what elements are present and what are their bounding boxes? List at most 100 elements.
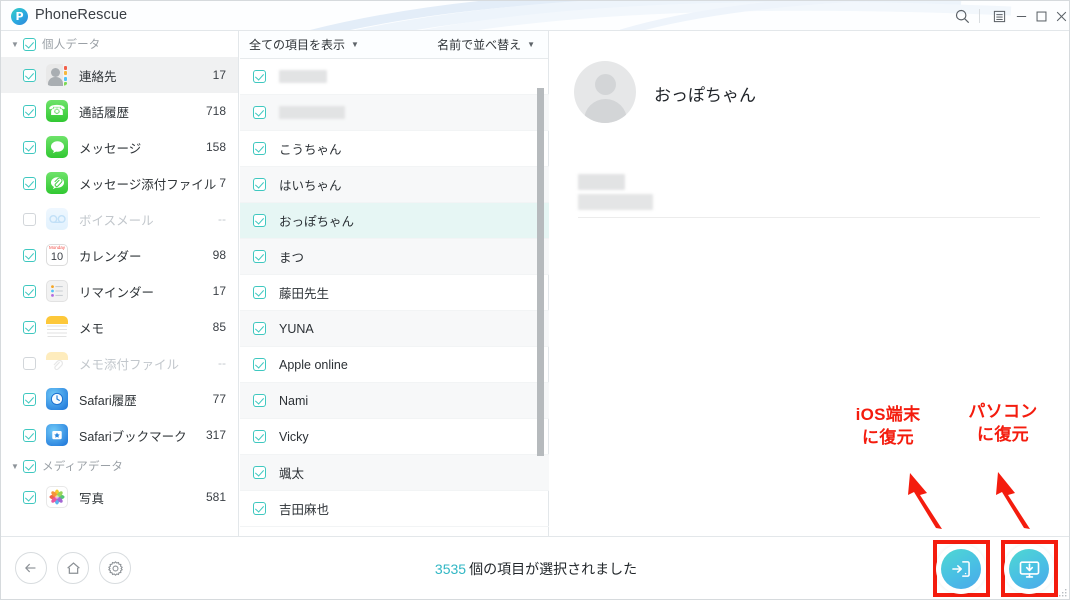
contact-checkbox[interactable] — [253, 502, 266, 515]
item-checkbox[interactable] — [23, 392, 36, 406]
contact-list-panel: 全ての項目を表示 ▼ 名前で並べ替え ▼ こうちゃんはいちゃんおっぽちゃん まつ藤… — [240, 31, 549, 536]
status-text: 個の項目が選択されました — [469, 561, 638, 577]
bottom-bar: 3535 個の項目が選択されました — [1, 536, 1069, 599]
group-checkbox[interactable] — [23, 37, 36, 51]
restore-to-ios-device-button[interactable] — [941, 549, 981, 589]
item-checkbox[interactable] — [23, 212, 36, 226]
item-checkbox[interactable] — [23, 356, 36, 370]
settings-button[interactable] — [99, 552, 131, 584]
contact-row[interactable]: 藤田先生 — [240, 275, 549, 311]
restore-to-computer-button[interactable] — [1009, 549, 1049, 589]
contact-row[interactable]: Apple online — [240, 347, 549, 383]
contact-row[interactable]: こうちゃん — [240, 131, 549, 167]
contact-detail-panel: おっぽちゃん — [550, 31, 1069, 536]
item-checkbox[interactable] — [23, 428, 36, 442]
item-checkbox[interactable] — [23, 248, 36, 262]
contact-row[interactable]: Nami — [240, 383, 549, 419]
sidebar-item-count: 718 — [205, 104, 226, 118]
sidebar-item-count: 85 — [212, 320, 226, 334]
safari-bookmark-icon — [46, 424, 68, 446]
avatar — [574, 61, 636, 123]
sidebar-item-0-10[interactable]: Safariブックマーク 317 — [1, 417, 238, 453]
sort-dropdown[interactable]: 名前で並べ替え ▼ — [437, 36, 535, 53]
sidebar[interactable]: ▼ 個人データ 連絡先 17 ☎ 通話履歴 718 メッセージ 158 メッセージ添付ファイル 7 ボ… — [1, 31, 239, 536]
sidebar-item-0-8[interactable]: メモ添付ファイル -- — [1, 345, 238, 381]
search-icon[interactable] — [949, 1, 975, 30]
item-checkbox[interactable] — [23, 176, 36, 190]
sidebar-item-label: Safariブックマーク — [79, 429, 187, 444]
messages-icon — [46, 136, 68, 158]
contact-checkbox[interactable] — [253, 358, 266, 371]
contact-row[interactable]: まつ — [240, 239, 549, 275]
chevron-down-icon[interactable]: ▼ — [9, 38, 21, 50]
contact-checkbox[interactable] — [253, 466, 266, 479]
safari-history-icon — [46, 388, 68, 410]
sidebar-item-0-7[interactable]: メモ 85 — [1, 309, 238, 345]
list-scrollbar-track[interactable] — [537, 59, 546, 536]
contact-row[interactable]: 吉田麻也 — [240, 491, 549, 527]
sidebar-item-count: 77 — [212, 392, 226, 406]
contact-name-redacted — [279, 70, 327, 83]
list-scrollbar-thumb[interactable] — [537, 88, 544, 456]
contact-row[interactable] — [240, 59, 549, 95]
sidebar-group-0[interactable]: ▼ 個人データ — [1, 31, 238, 57]
item-checkbox[interactable] — [23, 320, 36, 334]
contact-checkbox[interactable] — [253, 286, 266, 299]
contact-checkbox[interactable] — [253, 322, 266, 335]
sidebar-item-label: 写真 — [79, 491, 105, 506]
contact-name: おっぽちゃん — [279, 215, 355, 229]
group-checkbox[interactable] — [23, 459, 36, 473]
sidebar-item-0-2[interactable]: メッセージ 158 — [1, 129, 238, 165]
photos-icon — [46, 486, 68, 508]
sidebar-item-1-0[interactable]: 写真 581 — [1, 479, 238, 515]
contact-row[interactable] — [240, 95, 549, 131]
contact-name: まつ — [279, 251, 305, 265]
sidebar-item-0-9[interactable]: Safari履歴 77 — [1, 381, 238, 417]
toolbar-divider — [979, 9, 980, 23]
phone-icon: ☎ — [46, 100, 68, 122]
filter-dropdown[interactable]: 全ての項目を表示 ▼ — [249, 36, 359, 53]
back-button[interactable] — [15, 552, 47, 584]
contact-checkbox[interactable] — [253, 106, 266, 119]
chevron-down-icon[interactable]: ▼ — [9, 460, 21, 472]
contact-name: こうちゃん — [279, 143, 342, 157]
item-checkbox[interactable] — [23, 490, 36, 504]
item-checkbox[interactable] — [23, 284, 36, 298]
sidebar-group-1[interactable]: ▼ メディアデータ — [1, 453, 238, 479]
contacts-icon — [46, 64, 68, 86]
contact-checkbox[interactable] — [253, 430, 266, 443]
resize-grip-icon[interactable] — [1058, 588, 1068, 598]
contact-checkbox[interactable] — [253, 250, 266, 263]
contact-checkbox[interactable] — [253, 70, 266, 83]
sidebar-item-0-6[interactable]: リマインダー 17 — [1, 273, 238, 309]
contact-row[interactable]: はいちゃん — [240, 167, 549, 203]
contact-checkbox[interactable] — [253, 178, 266, 191]
item-checkbox[interactable] — [23, 140, 36, 154]
detail-divider — [578, 217, 1040, 218]
sidebar-item-0-5[interactable]: Monday 10 カレンダー 98 — [1, 237, 238, 273]
contact-checkbox[interactable] — [253, 142, 266, 155]
contact-name: Nami — [279, 393, 309, 408]
app-title: PhoneRescue — [35, 7, 128, 23]
item-checkbox[interactable] — [23, 68, 36, 82]
home-button[interactable] — [57, 552, 89, 584]
contact-row[interactable]: 颯太 — [240, 455, 549, 491]
sidebar-item-0-3[interactable]: メッセージ添付ファイル 7 — [1, 165, 238, 201]
item-checkbox[interactable] — [23, 104, 36, 118]
annotation-restore-to-ios-device: iOS端末 に復元 — [855, 405, 921, 447]
contact-checkbox[interactable] — [253, 214, 266, 227]
contact-row[interactable]: Vicky — [240, 419, 549, 455]
chevron-down-icon: ▼ — [351, 40, 359, 49]
sidebar-item-count: 581 — [205, 490, 226, 504]
sidebar-item-0-1[interactable]: ☎ 通話履歴 718 — [1, 93, 238, 129]
sidebar-item-0-0[interactable]: 連絡先 17 — [1, 57, 238, 93]
contact-checkbox[interactable] — [253, 394, 266, 407]
contact-list[interactable]: こうちゃんはいちゃんおっぽちゃん まつ藤田先生 YUNA Apple online Na… — [240, 59, 549, 536]
selected-count: 3535 — [434, 561, 467, 577]
close-button[interactable] — [1048, 1, 1069, 30]
sidebar-item-count: 17 — [212, 68, 226, 82]
contact-row[interactable]: YUNA — [240, 311, 549, 347]
sidebar-item-0-4[interactable]: ボイスメール -- — [1, 201, 238, 237]
sidebar-item-label: ボイスメール — [79, 213, 154, 228]
contact-row[interactable]: おっぽちゃん — [240, 203, 549, 239]
